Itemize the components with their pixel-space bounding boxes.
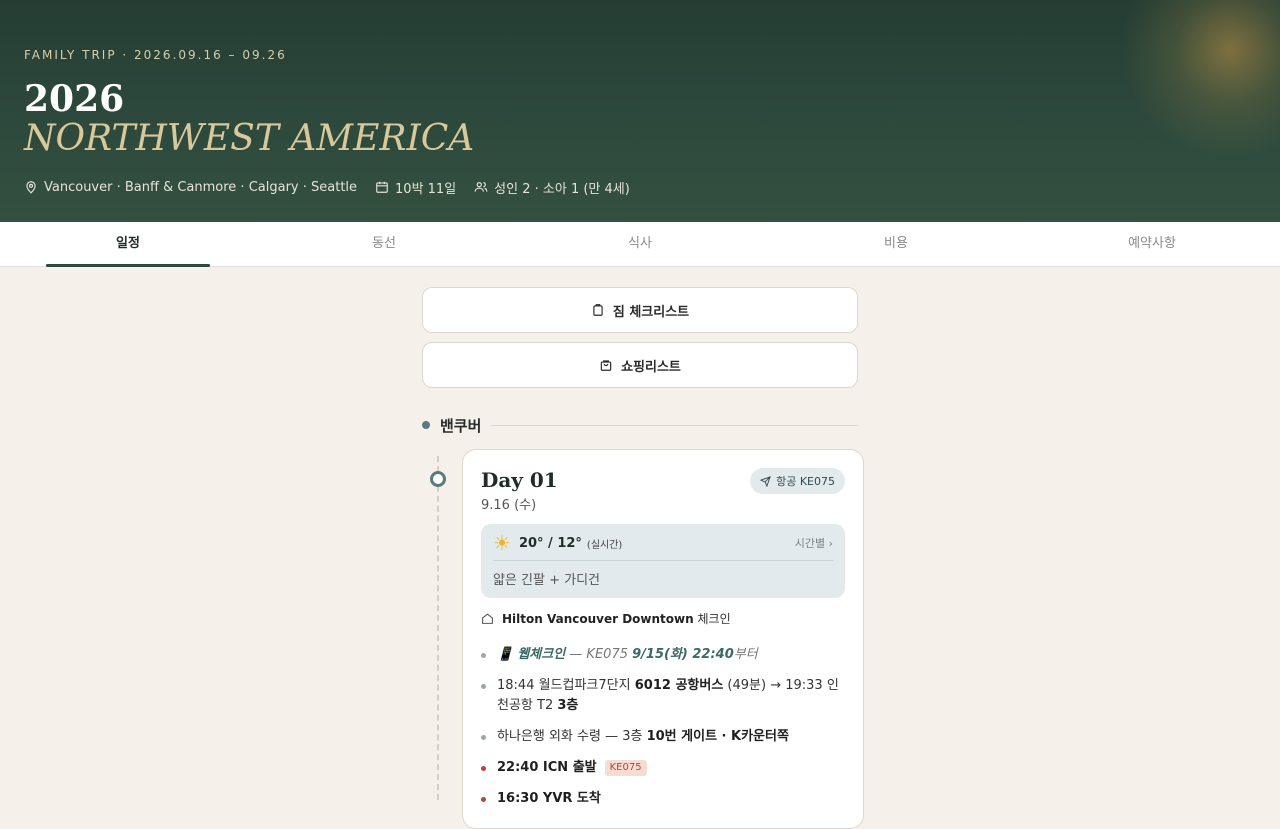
item-bold: 3층 (557, 698, 579, 713)
tab-meals[interactable]: 식사 (512, 222, 768, 266)
list-item: 16:30 YVR 도착 (481, 789, 845, 809)
item-bold: 웹체크인 (517, 647, 566, 662)
plane-icon (760, 475, 771, 487)
tab-reservations[interactable]: 예약사항 (1024, 222, 1280, 266)
list-item: 18:44 월드컵파크7단지 6012 공항버스 (49분) → 19:33 인… (481, 676, 845, 716)
tab-costs[interactable]: 비용 (768, 222, 1024, 266)
packing-checklist-label: 짐 체크리스트 (612, 304, 690, 320)
day-item-list: 📱 웹체크인 — KE075 9/15(화) 22:40부터 18:44 월드컵… (481, 645, 845, 809)
hotel-name: Hilton Vancouver Downtown (502, 612, 694, 626)
timeline-node (430, 471, 446, 487)
trip-eyebrow: FAMILY TRIP · 2026.09.16 – 09.26 (24, 48, 287, 62)
calendar-icon (376, 181, 388, 193)
item-bold: 9/15(화) 22:40 (632, 647, 734, 662)
flight-badge[interactable]: 항공 KE075 (750, 468, 845, 494)
list-item: 📱 웹체크인 — KE075 9/15(화) 22:40부터 (481, 645, 845, 665)
item-bold: 10번 게이트 · K카운터쪽 (646, 729, 789, 744)
sun-icon: ☀ (493, 531, 511, 555)
weather-temp: 20° / 12° (518, 535, 582, 551)
weather-divider (493, 560, 833, 561)
users-icon (474, 182, 488, 192)
packing-checklist-button[interactable]: 짐 체크리스트 (422, 287, 858, 333)
clipboard-icon (593, 304, 603, 316)
meta-duration: 10박 11일 (375, 178, 456, 197)
flight-badge-label: 항공 KE075 (776, 475, 835, 488)
weather-realtime: (실시간) (586, 539, 623, 551)
city-section-header: 밴쿠버 (422, 414, 858, 436)
item-text: 부터 (733, 647, 758, 662)
list-item: 22:40 ICN 출발 KE075 (481, 758, 845, 778)
weather-panel: ☀ 20° / 12° (실시간) 시간별 › 얇은 긴팔 + 가디건 (481, 524, 845, 598)
meta-locations-text: Vancouver · Banff & Canmore · Calgary · … (44, 179, 358, 195)
meta-travelers: 성인 2 · 소아 1 (만 4세) (474, 178, 630, 197)
timeline-line (437, 456, 439, 800)
main-tabs: 일정 동선 식사 비용 예약사항 (0, 222, 1280, 267)
shopping-list-button[interactable]: 쇼핑리스트 (422, 342, 858, 388)
location-pin-icon (26, 181, 36, 194)
hero-glow (1120, 0, 1280, 160)
item-text: 18:44 월드컵파크7단지 (497, 678, 635, 693)
city-divider (491, 424, 858, 426)
day-date: 9.16 (수) (481, 498, 537, 513)
item-text: 📱 (497, 647, 518, 662)
item-text: — KE075 (565, 647, 633, 662)
weather-hourly-link[interactable]: 시간별 › (795, 535, 833, 551)
trip-year: 2026 (24, 78, 125, 120)
meta-travelers-text: 성인 2 · 소아 1 (만 4세) (494, 181, 630, 197)
shopping-list-label: 쇼핑리스트 (621, 359, 681, 375)
home-icon (482, 613, 493, 624)
trip-meta: Vancouver · Banff & Canmore · Calgary · … (24, 177, 630, 197)
weather-clothing-note: 얇은 긴팔 + 가디건 (493, 573, 601, 588)
meta-duration-text: 10박 11일 (395, 181, 457, 197)
item-bold: 16:30 YVR 도착 (497, 791, 601, 806)
item-bold: 22:40 ICN 출발 (497, 760, 597, 775)
meta-locations: Vancouver · Banff & Canmore · Calgary · … (24, 180, 357, 195)
list-item: 하나은행 외화 수령 — 3층 10번 게이트 · K카운터쪽 (481, 727, 845, 747)
checklist-buttons: 짐 체크리스트 쇼핑리스트 (422, 287, 858, 397)
city-name: 밴쿠버 (440, 416, 482, 435)
city-dot (422, 421, 430, 429)
tab-schedule[interactable]: 일정 (0, 222, 256, 267)
trip-title: NORTHWEST AMERICA (24, 118, 475, 159)
shopping-bag-icon (600, 360, 612, 371)
tab-route[interactable]: 동선 (256, 222, 512, 266)
item-text: 하나은행 외화 수령 — 3층 (497, 729, 647, 744)
hero-header: FAMILY TRIP · 2026.09.16 – 09.26 2026 NO… (0, 0, 1280, 222)
hotel-action: 체크인 (697, 612, 731, 626)
hotel-row: Hilton Vancouver Downtown 체크인 (481, 610, 845, 627)
item-bold: 6012 공항버스 (634, 678, 724, 693)
day-card: Day 01 9.16 (수) 항공 KE075 ☀ 20° / 12° (실시… (462, 449, 864, 829)
flight-code-badge: KE075 (604, 760, 647, 776)
